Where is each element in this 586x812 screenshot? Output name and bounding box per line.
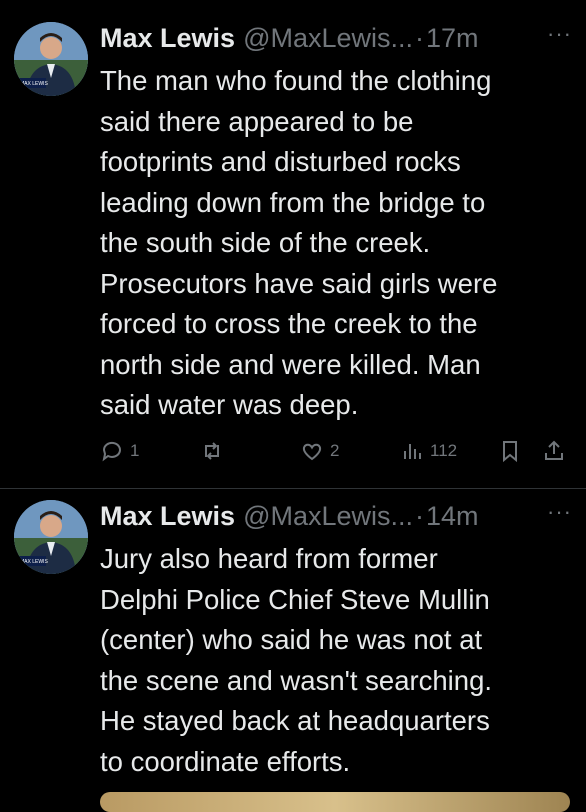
views-icon: [404, 444, 421, 459]
bookmark-button[interactable]: [498, 439, 522, 463]
timestamp[interactable]: 17m: [426, 23, 479, 54]
tweet-text: Jury also heard from former Delphi Polic…: [100, 543, 493, 777]
avatar-photo: MAX LEWIS: [14, 500, 88, 574]
user-handle[interactable]: @MaxLewis...: [243, 501, 413, 532]
like-count: 2: [330, 441, 340, 460]
reply-icon: [102, 441, 121, 462]
media-preview[interactable]: [100, 792, 570, 812]
action-bar: 1 2 112: [100, 436, 580, 466]
display-name[interactable]: Max Lewis: [100, 501, 235, 532]
svg-text:MAX LEWIS: MAX LEWIS: [20, 559, 48, 565]
timestamp[interactable]: 14m: [426, 501, 479, 532]
reply-count: 1: [130, 441, 140, 460]
display-name[interactable]: Max Lewis: [100, 23, 235, 54]
avatar[interactable]: MAX LEWIS: [14, 500, 88, 574]
more-options-icon[interactable]: ···: [547, 499, 572, 525]
tweet[interactable]: MAX LEWIS Max Lewis @MaxLewis... · 17m ·…: [0, 0, 586, 490]
share-button[interactable]: [542, 439, 566, 463]
separator-dot: ·: [415, 500, 425, 531]
tweet-text: The man who found the clothing said ther…: [100, 65, 498, 420]
user-handle[interactable]: @MaxLewis...: [243, 23, 413, 54]
separator-dot: ·: [415, 22, 425, 53]
share-icon: [545, 440, 563, 460]
tweet-divider: [0, 488, 586, 489]
views-button[interactable]: 112: [400, 439, 457, 463]
svg-text:MAX LEWIS: MAX LEWIS: [20, 81, 48, 87]
avatar-photo: MAX LEWIS: [14, 22, 88, 96]
bookmark-icon: [503, 441, 517, 463]
reply-button[interactable]: 1: [100, 439, 139, 463]
view-count: 112: [430, 441, 458, 460]
tweet[interactable]: MAX LEWIS Max Lewis @MaxLewis... · 14m ·…: [0, 490, 586, 800]
tweet-header: Max Lewis @MaxLewis... · 17m ···: [100, 21, 586, 55]
tweet-header: Max Lewis @MaxLewis... · 14m ···: [100, 499, 586, 533]
like-button[interactable]: 2: [300, 439, 339, 463]
heart-icon: [302, 443, 322, 461]
avatar[interactable]: MAX LEWIS: [14, 22, 88, 96]
more-options-icon[interactable]: ···: [547, 21, 572, 47]
retweet-button[interactable]: [200, 439, 230, 463]
retweet-icon: [205, 442, 219, 460]
